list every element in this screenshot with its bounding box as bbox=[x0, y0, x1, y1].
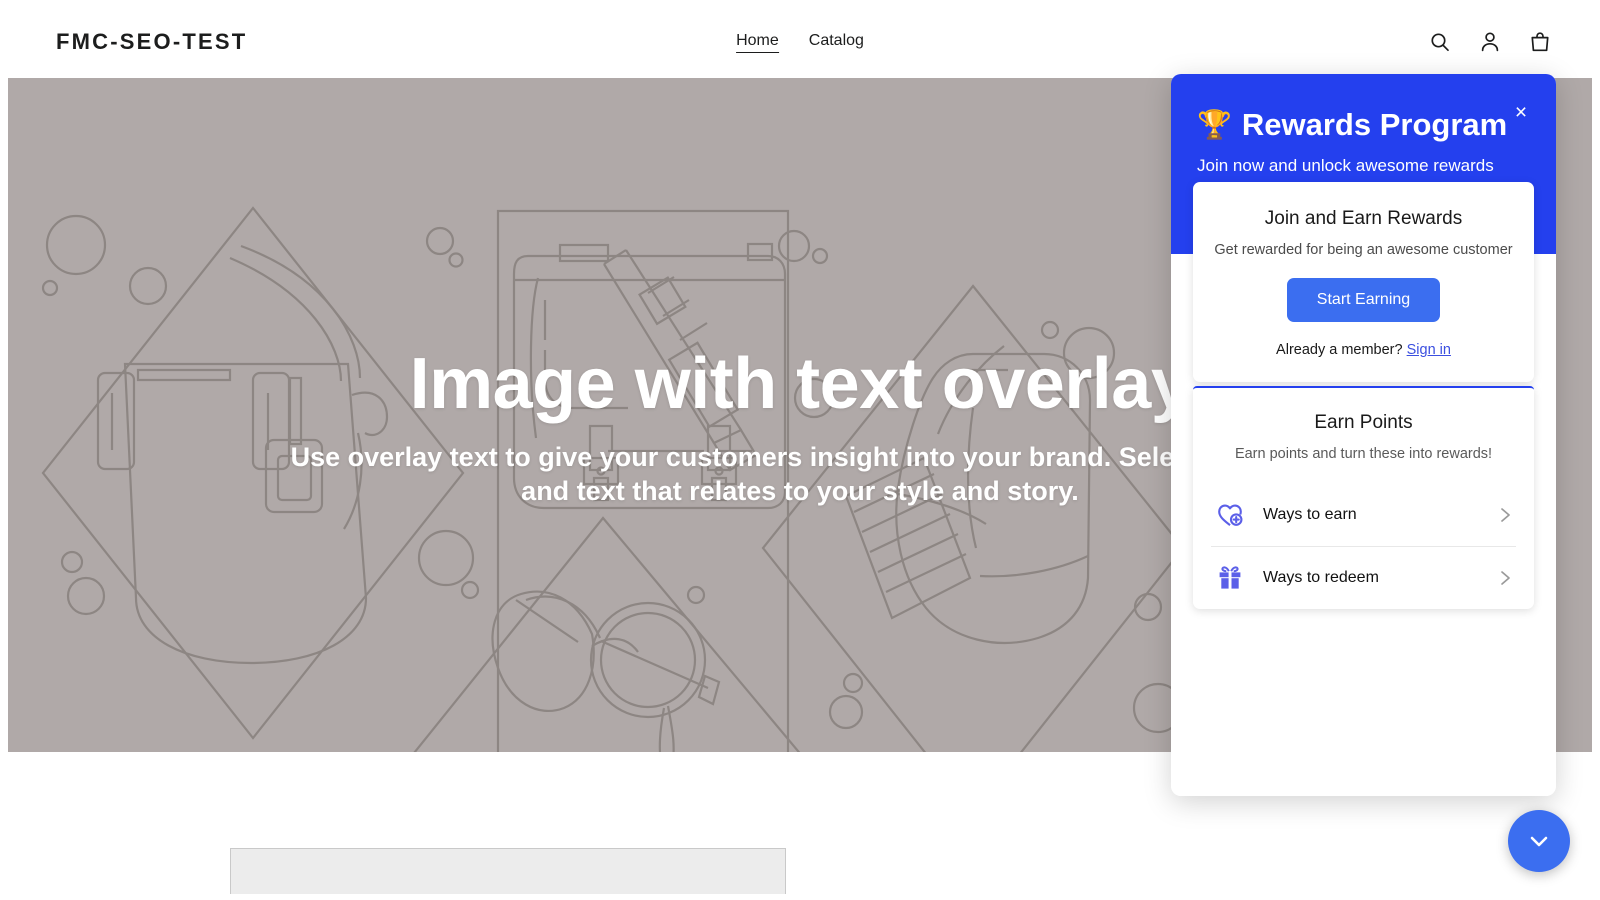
rewards-panel-title: Rewards Program bbox=[1241, 107, 1508, 142]
start-earning-button[interactable]: Start Earning bbox=[1286, 278, 1441, 322]
nav-link-home[interactable]: Home bbox=[736, 32, 779, 53]
rewards-panel-body: Join and Earn Rewards Get rewarded for b… bbox=[1171, 182, 1556, 796]
rewards-toggle-button[interactable] bbox=[1508, 810, 1570, 872]
gift-icon bbox=[1215, 563, 1245, 593]
ways-to-earn-label: Ways to earn bbox=[1263, 506, 1357, 523]
earn-points-subtitle: Earn points and turn these into rewards! bbox=[1234, 446, 1493, 462]
header-actions bbox=[1428, 30, 1552, 54]
heart-plus-icon bbox=[1215, 500, 1245, 530]
account-icon[interactable] bbox=[1478, 30, 1502, 54]
chevron-right-icon bbox=[1498, 568, 1512, 588]
sign-in-link[interactable]: Sign in bbox=[1407, 342, 1451, 358]
site-brand[interactable]: FMC-SEO-TEST bbox=[56, 29, 247, 55]
join-and-earn-card: Join and Earn Rewards Get rewarded for b… bbox=[1193, 182, 1534, 382]
already-member-label: Already a member? bbox=[1276, 342, 1403, 358]
rewards-panel-subtitle: Join now and unlock awesome rewards bbox=[1197, 156, 1494, 176]
cart-icon[interactable] bbox=[1528, 30, 1552, 54]
search-icon[interactable] bbox=[1428, 30, 1452, 54]
already-member-row: Already a member? Sign in bbox=[1213, 342, 1514, 358]
content-placeholder-block bbox=[230, 848, 786, 894]
rewards-panel-title-row: 🏆 Rewards Program bbox=[1197, 107, 1530, 142]
ways-to-redeem-label: Ways to redeem bbox=[1263, 569, 1379, 586]
main-navigation: Home Catalog bbox=[736, 32, 864, 53]
join-card-title: Join and Earn Rewards bbox=[1264, 208, 1463, 229]
close-icon[interactable]: × bbox=[1510, 102, 1532, 124]
chevron-right-icon bbox=[1498, 505, 1512, 525]
trophy-icon: 🏆 bbox=[1197, 109, 1232, 141]
earn-points-list: Ways to earn Ways to redeem bbox=[1193, 484, 1534, 609]
ways-to-earn-row[interactable]: Ways to earn bbox=[1211, 484, 1516, 546]
earn-points-card: Earn Points Earn points and turn these i… bbox=[1193, 386, 1534, 609]
site-header: FMC-SEO-TEST Home Catalog bbox=[8, 6, 1592, 78]
earn-points-header: Earn Points Earn points and turn these i… bbox=[1193, 412, 1534, 462]
browser-viewport: FMC-SEO-TEST Home Catalog Image with tex… bbox=[8, 6, 1592, 894]
join-card-subtitle: Get rewarded for being an awesome custom… bbox=[1214, 242, 1513, 258]
nav-link-catalog[interactable]: Catalog bbox=[809, 32, 864, 52]
ways-to-redeem-row[interactable]: Ways to redeem bbox=[1211, 546, 1516, 609]
chevron-down-icon bbox=[1526, 828, 1552, 854]
page-root: FMC-SEO-TEST Home Catalog Image with tex… bbox=[0, 0, 1600, 900]
rewards-program-panel: × 🏆 Rewards Program Join now and unlock … bbox=[1171, 74, 1556, 796]
earn-points-title: Earn Points bbox=[1314, 412, 1413, 433]
